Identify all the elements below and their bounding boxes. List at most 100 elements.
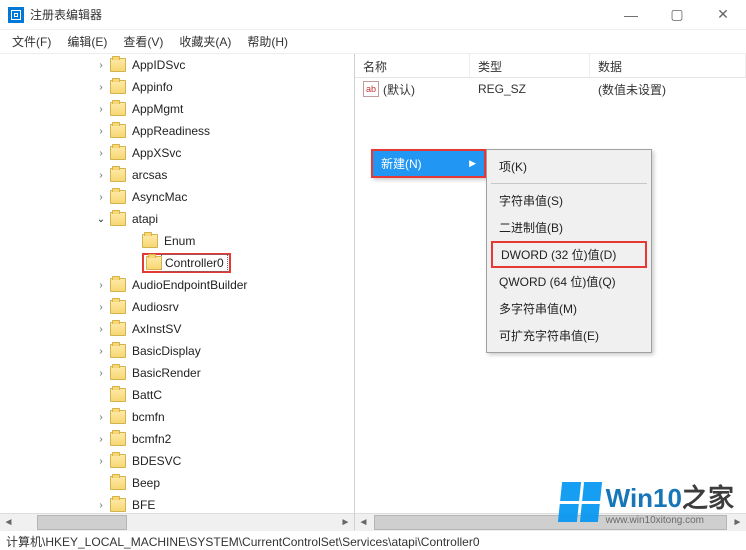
tree-node-label: arcsas: [129, 167, 170, 183]
scroll-left-icon[interactable]: ◄: [355, 514, 372, 531]
tree-node[interactable]: › bcmfn2: [95, 428, 354, 450]
chevron-right-icon[interactable]: ›: [95, 59, 107, 71]
tree-node[interactable]: ›AppIDSvc: [95, 54, 354, 76]
menu-separator: [491, 183, 647, 184]
chevron-right-icon[interactable]: ›: [95, 323, 107, 335]
menu-qword[interactable]: QWORD (64 位)值(Q): [489, 268, 649, 295]
tree-node[interactable]: › BasicDisplay: [95, 340, 354, 362]
tree-node[interactable]: › Audiosrv: [95, 296, 354, 318]
tree-node[interactable]: › AsyncMac: [95, 186, 354, 208]
tree-node-label: BasicDisplay: [129, 343, 204, 359]
tree-node[interactable]: BattC: [95, 384, 354, 406]
chevron-right-icon[interactable]: ›: [95, 455, 107, 467]
status-bar: 计算机\HKEY_LOCAL_MACHINE\SYSTEM\CurrentCon…: [0, 530, 746, 550]
minimize-button[interactable]: —: [608, 0, 654, 30]
folder-icon: [110, 124, 126, 138]
tree-node[interactable]: Beep: [95, 472, 354, 494]
highlight-box: Controller0: [142, 253, 231, 273]
chevron-right-icon[interactable]: ›: [95, 81, 107, 93]
menu-binary[interactable]: 二进制值(B): [489, 214, 649, 241]
menu-expandstring[interactable]: 可扩充字符串值(E): [489, 322, 649, 349]
tree-node[interactable]: › BDESVC: [95, 450, 354, 472]
tree-node-label: AxInstSV: [129, 321, 184, 337]
tree-node-label: BDESVC: [129, 453, 184, 469]
tree-node[interactable]: › AxInstSV: [95, 318, 354, 340]
chevron-right-icon: [95, 477, 107, 489]
scroll-left-icon[interactable]: ◄: [0, 514, 17, 531]
folder-icon: [110, 278, 126, 292]
chevron-right-icon[interactable]: ›: [95, 411, 107, 423]
chevron-right-icon[interactable]: ›: [95, 279, 107, 291]
context-menu-primary: 新建(N) ▶: [371, 149, 486, 178]
tree-node-label: bcmfn2: [129, 431, 174, 447]
tree-pane: ›AppIDSvc›Appinfo›AppMgmt›AppReadiness›A…: [0, 54, 355, 530]
tree-node[interactable]: ›AppXSvc: [95, 142, 354, 164]
chevron-right-icon[interactable]: ›: [95, 345, 107, 357]
tree-node[interactable]: › arcsas: [95, 164, 354, 186]
scroll-right-icon[interactable]: ►: [337, 514, 354, 531]
chevron-right-icon[interactable]: ›: [95, 433, 107, 445]
col-type[interactable]: 类型: [470, 54, 590, 77]
chevron-right-icon[interactable]: ›: [95, 367, 107, 379]
menu-key[interactable]: 项(K): [489, 153, 649, 180]
tree-node-label: AppMgmt: [129, 101, 186, 117]
app-icon: [8, 7, 24, 23]
col-name[interactable]: 名称: [355, 54, 470, 77]
close-button[interactable]: ✕: [700, 0, 746, 30]
maximize-button[interactable]: ▢: [654, 0, 700, 30]
folder-icon: [110, 344, 126, 358]
chevron-right-icon[interactable]: ›: [95, 191, 107, 203]
chevron-right-icon[interactable]: ›: [95, 499, 107, 511]
tree-node[interactable]: Enum: [95, 230, 354, 252]
tree-node-label: Enum: [161, 233, 198, 249]
tree-node[interactable]: ⌄atapi: [95, 208, 354, 230]
folder-icon: [110, 498, 126, 512]
tree-node[interactable]: ›Appinfo: [95, 76, 354, 98]
tree-node-label: BasicRender: [129, 365, 204, 381]
tree-node[interactable]: Controller0: [95, 252, 354, 274]
tree-node-label: AudioEndpointBuilder: [129, 277, 250, 293]
menu-new-label: 新建(N): [381, 155, 422, 172]
menu-string[interactable]: 字符串值(S): [489, 187, 649, 214]
menu-edit[interactable]: 编辑(E): [61, 30, 113, 53]
tree-node-label: BattC: [129, 387, 165, 403]
list-row[interactable]: ab (默认) REG_SZ (数值未设置): [355, 78, 746, 100]
tree-node[interactable]: ›bcmfn: [95, 406, 354, 428]
col-data[interactable]: 数据: [590, 54, 746, 77]
tree-node[interactable]: › BasicRender: [95, 362, 354, 384]
titlebar: 注册表编辑器 — ▢ ✕: [0, 0, 746, 30]
tree-node-label: BFE: [129, 497, 158, 513]
list-hscroll[interactable]: ◄ ►: [355, 513, 746, 530]
scroll-thumb[interactable]: [37, 515, 127, 530]
scroll-right-icon[interactable]: ►: [729, 514, 746, 531]
menu-favorites[interactable]: 收藏夹(A): [173, 30, 237, 53]
tree-node[interactable]: ›AppReadiness: [95, 120, 354, 142]
chevron-right-icon[interactable]: ›: [95, 147, 107, 159]
folder-icon: [110, 146, 126, 160]
menubar: 文件(F) 编辑(E) 查看(V) 收藏夹(A) 帮助(H): [0, 30, 746, 54]
tree-hscroll[interactable]: ◄ ►: [0, 513, 354, 530]
menu-file[interactable]: 文件(F): [6, 30, 57, 53]
menu-new[interactable]: 新建(N) ▶: [373, 151, 484, 176]
chevron-right-icon: [95, 389, 107, 401]
value-name: (默认): [383, 81, 415, 98]
tree-node-label: Audiosrv: [129, 299, 182, 315]
chevron-right-icon[interactable]: ›: [95, 103, 107, 115]
chevron-right-icon[interactable]: ›: [95, 301, 107, 313]
folder-icon: [110, 102, 126, 116]
chevron-down-icon[interactable]: ⌄: [95, 213, 107, 225]
chevron-right-icon[interactable]: ›: [95, 125, 107, 137]
folder-icon: [110, 454, 126, 468]
chevron-right-icon[interactable]: ›: [95, 169, 107, 181]
list-pane: 名称 类型 数据 ab (默认) REG_SZ (数值未设置) 新建(N) ▶ …: [355, 54, 746, 530]
scroll-thumb[interactable]: [374, 515, 727, 530]
menu-help[interactable]: 帮助(H): [241, 30, 294, 53]
tree-node-label: AsyncMac: [129, 189, 190, 205]
list-header: 名称 类型 数据: [355, 54, 746, 78]
tree-node[interactable]: › AudioEndpointBuilder: [95, 274, 354, 296]
menu-view[interactable]: 查看(V): [117, 30, 169, 53]
menu-dword[interactable]: DWORD (32 位)值(D): [491, 241, 647, 268]
tree-node[interactable]: › AppMgmt: [95, 98, 354, 120]
menu-multistring[interactable]: 多字符串值(M): [489, 295, 649, 322]
submenu-arrow-icon: ▶: [469, 158, 476, 169]
